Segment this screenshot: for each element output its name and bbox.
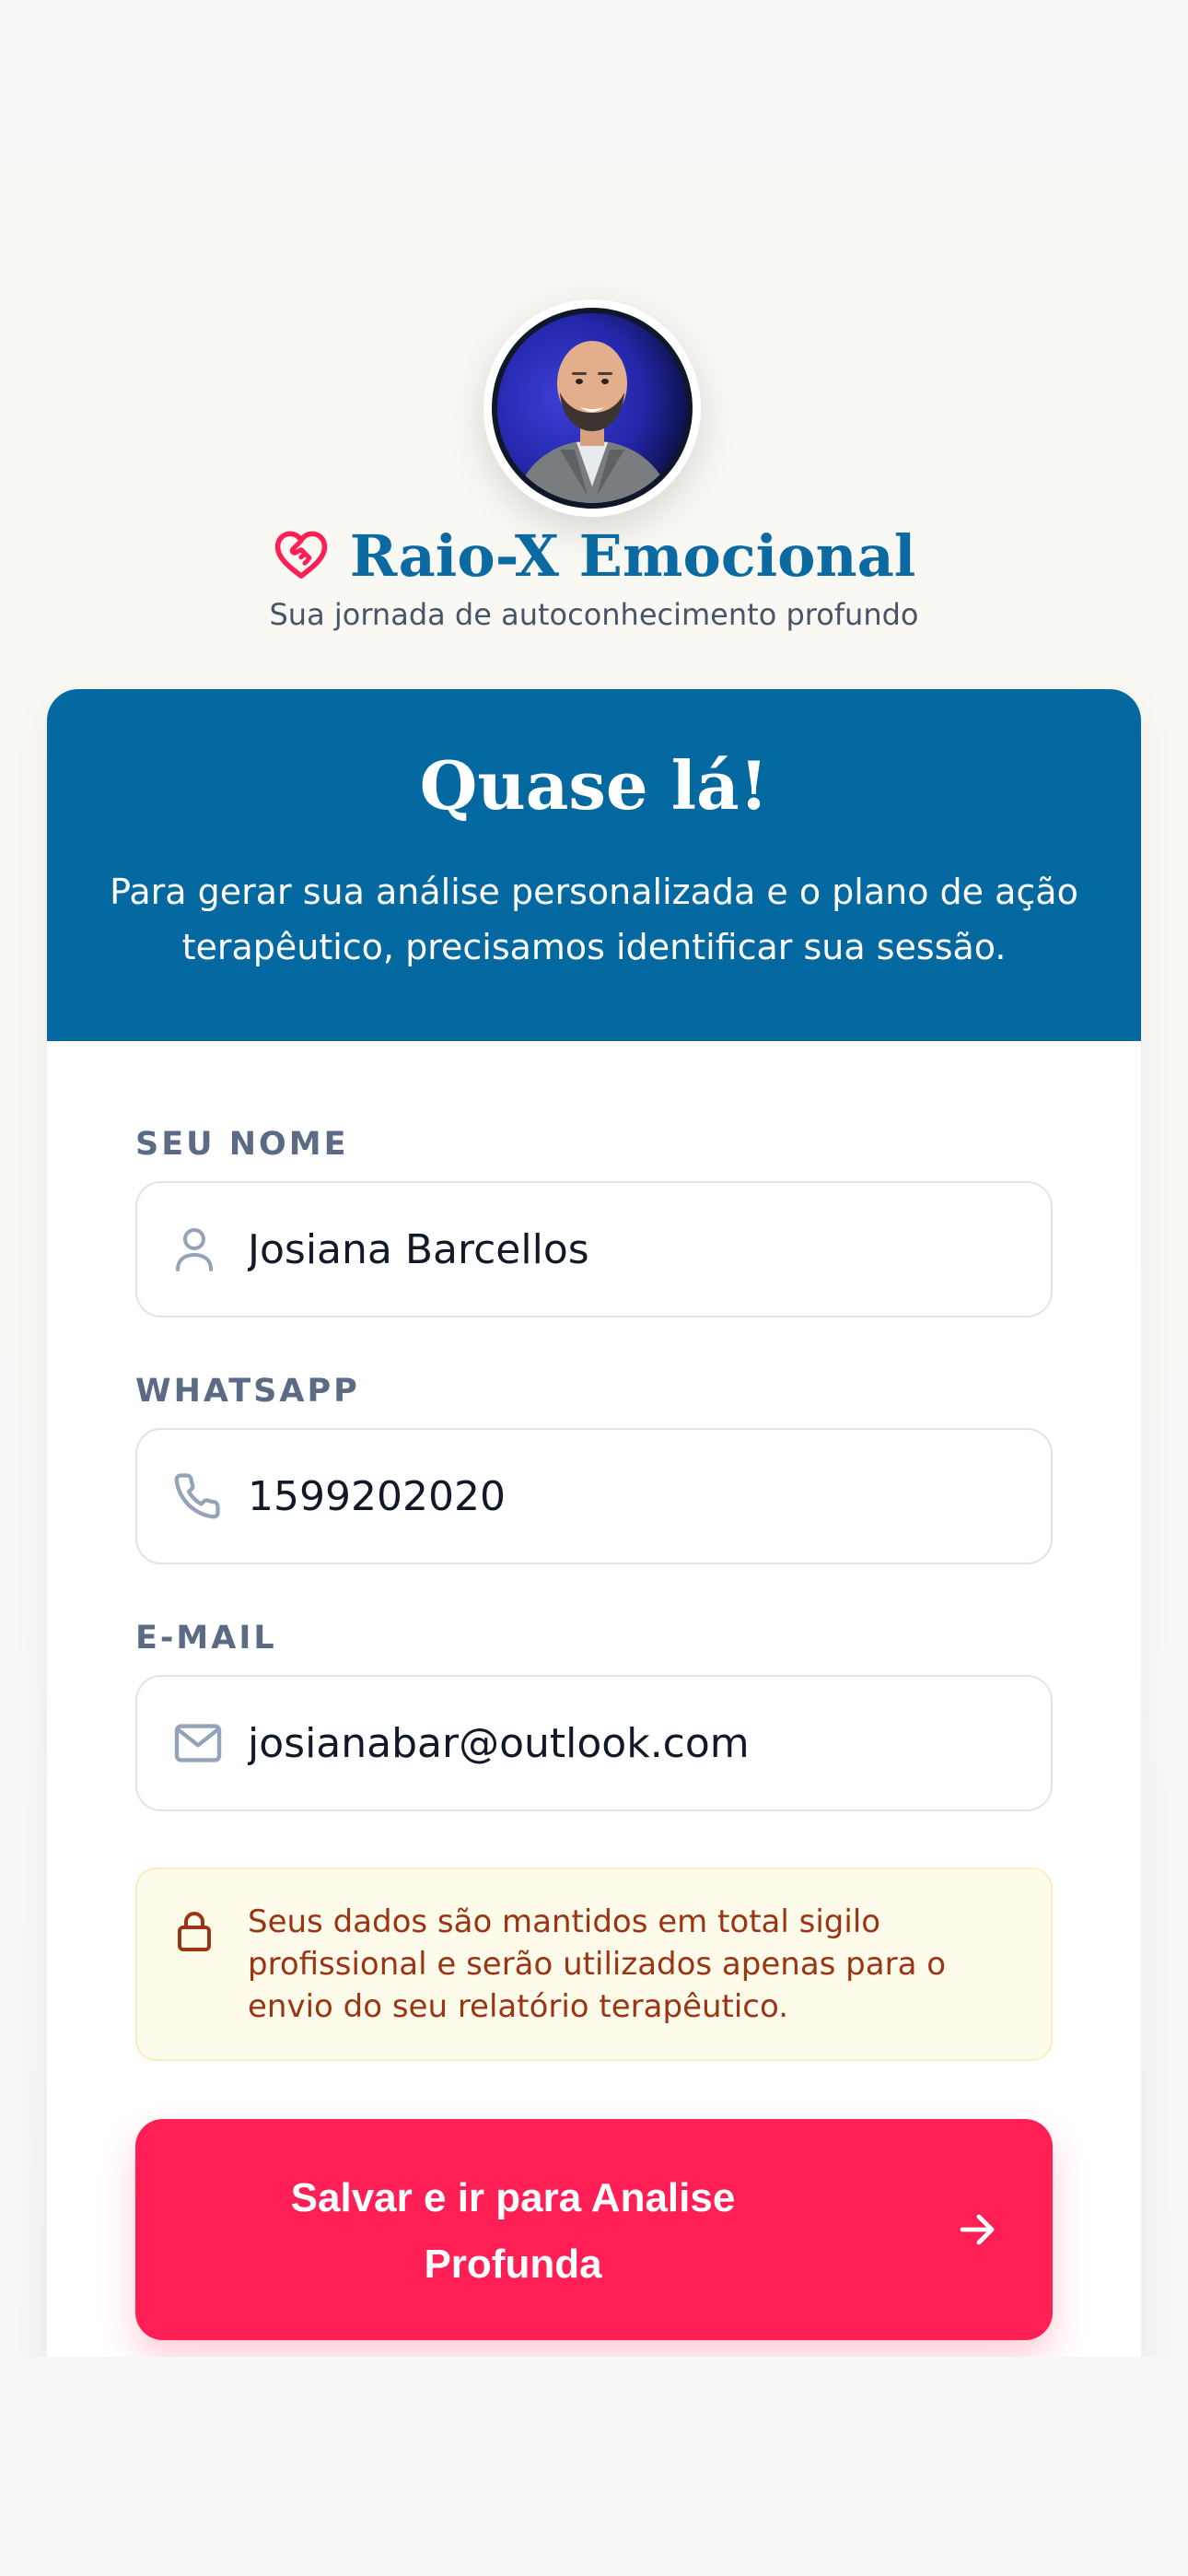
avatar [483, 299, 701, 517]
privacy-notice-text: Seus dados são mantidos em total sigilo … [248, 1903, 947, 2025]
email-field[interactable] [135, 1675, 1053, 1811]
page-footer-area [0, 2357, 1188, 2576]
save-and-continue-button[interactable]: Salvar e ir para Analise Profunda [135, 2119, 1053, 2340]
user-icon [172, 1224, 237, 1274]
brand-header: Raio-X Emocional [0, 516, 1188, 595]
form-card: Quase lá! Para gerar sua análise persona… [47, 689, 1141, 2576]
email-label: E-MAIL [135, 1620, 277, 1657]
card-subtitle: Para gerar sua análise personalizada e o… [110, 872, 1078, 967]
heart-handshake-icon [273, 528, 330, 583]
app-title: Raio-X Emocional [349, 521, 916, 590]
lock-icon [174, 1908, 215, 1958]
email-input[interactable] [237, 1677, 1051, 1809]
phone-icon [172, 1471, 237, 1521]
mail-icon [172, 1722, 237, 1764]
name-label: SEU NOME [135, 1126, 349, 1163]
whatsapp-label: WHATSAPP [135, 1373, 360, 1410]
whatsapp-input[interactable] [237, 1430, 1051, 1563]
name-input[interactable] [237, 1183, 1051, 1316]
arrow-right-icon [955, 2207, 999, 2254]
avatar-photo [492, 308, 693, 509]
card-title: Quase lá! [419, 746, 769, 825]
whatsapp-field[interactable] [135, 1428, 1053, 1564]
save-and-continue-label: Salvar e ir para Analise Profunda [290, 2175, 736, 2287]
name-field[interactable] [135, 1181, 1053, 1317]
app-tagline: Sua jornada de autoconhecimento profundo [269, 597, 919, 632]
privacy-notice: Seus dados são mantidos em total sigilo … [135, 1868, 1053, 2061]
card-header: Quase lá! Para gerar sua análise persona… [47, 689, 1141, 1041]
